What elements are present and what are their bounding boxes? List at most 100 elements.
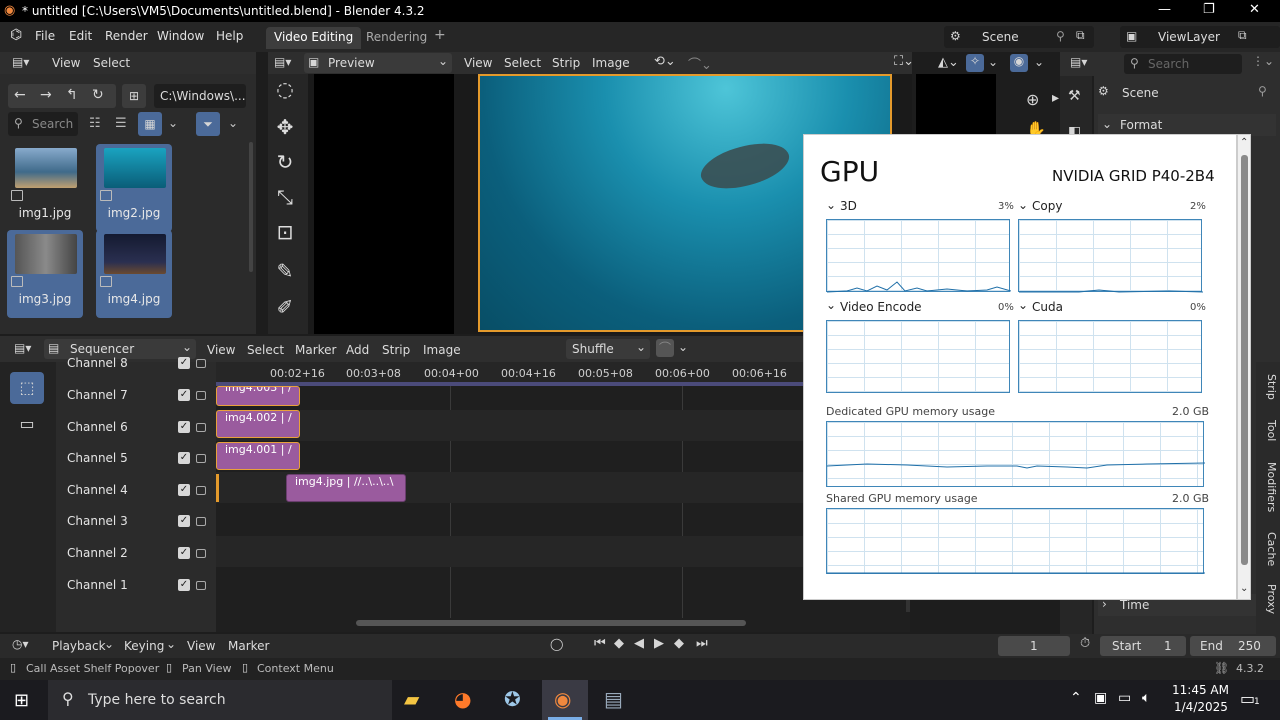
- refresh-icon[interactable]: ↻: [92, 87, 104, 103]
- editor-type-icon[interactable]: ▤▾: [274, 55, 291, 69]
- gizmo-icon[interactable]: ✧: [966, 54, 984, 72]
- scroll-thumb[interactable]: [1241, 155, 1248, 565]
- strip-handle[interactable]: [216, 474, 219, 502]
- channel-mute-checkbox[interactable]: ✓: [178, 579, 190, 591]
- start-frame-field[interactable]: Start 1: [1100, 636, 1186, 656]
- forward-icon[interactable]: →: [40, 87, 52, 103]
- channel-mute-checkbox[interactable]: ✓: [178, 452, 190, 464]
- play-icon[interactable]: ▶: [654, 636, 664, 651]
- overlap-mode-dropdown[interactable]: Shuffle ⌄: [566, 339, 650, 359]
- image-strip[interactable]: img4.001 | /: [216, 442, 300, 470]
- play-reverse-icon[interactable]: ◀: [634, 636, 644, 651]
- transform-tool-icon[interactable]: ⊡: [270, 217, 300, 247]
- restore-icon[interactable]: ❐: [1203, 2, 1215, 17]
- compact-view-icon[interactable]: ☰: [115, 116, 127, 131]
- select-box-tool-icon[interactable]: ⬚: [10, 372, 44, 404]
- annotate-tool-icon[interactable]: ✐: [270, 292, 300, 322]
- zoom-icon[interactable]: ⊕: [1026, 90, 1039, 109]
- file-thumb-img3[interactable]: img3.jpg: [7, 230, 83, 318]
- windows-start-icon[interactable]: ⊞: [14, 690, 29, 711]
- snap-dropdown-icon[interactable]: ⌄: [678, 340, 688, 354]
- fb-menu-view[interactable]: View: [52, 56, 80, 70]
- tray-chevron-icon[interactable]: ⌃: [1070, 690, 1082, 706]
- minimize-icon[interactable]: —: [1158, 2, 1171, 17]
- editor-type-icon[interactable]: ▤▾: [14, 341, 31, 355]
- file-thumb-img1[interactable]: img1.jpg: [7, 144, 83, 232]
- seq-menu-image[interactable]: Image: [423, 343, 461, 357]
- menu-playback[interactable]: Playback: [52, 639, 106, 653]
- scroll-up-icon[interactable]: ⌃: [1240, 137, 1248, 148]
- channel-mute-checkbox[interactable]: ✓: [178, 389, 190, 401]
- file-thumb-img4[interactable]: img4.jpg: [96, 230, 172, 318]
- tray-app-icon[interactable]: ▣: [1094, 690, 1107, 706]
- scale-tool-icon[interactable]: ⤡: [270, 182, 300, 212]
- sample-tool-icon[interactable]: ✎: [270, 256, 300, 286]
- thumbnail-view-icon[interactable]: ▦: [138, 112, 162, 136]
- network-tray-icon[interactable]: ▭: [1118, 690, 1131, 706]
- image-strip[interactable]: img4.002 | /: [216, 410, 300, 438]
- end-frame-field[interactable]: End 250: [1190, 636, 1276, 656]
- seq-menu-select[interactable]: Select: [247, 343, 284, 357]
- lock-icon[interactable]: [196, 486, 206, 495]
- record-icon[interactable]: ◯: [550, 637, 563, 651]
- seq-menu-marker[interactable]: Marker: [295, 343, 336, 357]
- lock-icon[interactable]: [196, 454, 206, 463]
- gpu-panel-scrollbar[interactable]: ⌃ ⌄: [1237, 134, 1251, 600]
- pin-icon[interactable]: ⚲: [1258, 84, 1267, 98]
- current-frame-field[interactable]: 1: [998, 636, 1070, 656]
- viewlayer-selector[interactable]: ▣ ViewLayer ⧉: [1120, 26, 1280, 48]
- tab-modifiers[interactable]: Modifiers: [1256, 462, 1278, 512]
- lock-icon[interactable]: [196, 517, 206, 526]
- pivot-icon[interactable]: ⟲⌄: [654, 54, 676, 69]
- image-strip[interactable]: img4.jpg | //..\..\..\: [286, 474, 406, 502]
- channel-mute-checkbox[interactable]: ✓: [178, 357, 190, 369]
- display-dropdown-icon[interactable]: ⌄: [168, 116, 178, 130]
- tab-cache[interactable]: Cache: [1256, 532, 1278, 566]
- move-tool-icon[interactable]: ✥: [270, 112, 300, 142]
- list-view-icon[interactable]: ☷: [89, 116, 101, 131]
- tab-rendering[interactable]: Rendering: [358, 27, 435, 49]
- path-field[interactable]: C:\Windows\...: [154, 84, 246, 108]
- chevron-down-icon[interactable]: ⌄: [826, 298, 836, 312]
- scroll-down-icon[interactable]: ⌄: [1240, 583, 1248, 594]
- image-strip[interactable]: img4.003 | /: [216, 386, 300, 406]
- close-icon[interactable]: ✕: [1249, 2, 1260, 17]
- channel-mute-checkbox[interactable]: ✓: [178, 484, 190, 496]
- lock-icon[interactable]: [196, 581, 206, 590]
- add-workspace-button[interactable]: +: [434, 27, 446, 43]
- view-type-dropdown[interactable]: ▣ Preview ⌄: [304, 53, 452, 73]
- file-browser-scrollbar[interactable]: [249, 142, 253, 272]
- chevron-down-icon[interactable]: ⌄: [1018, 298, 1028, 312]
- preview-menu-strip[interactable]: Strip: [552, 56, 580, 70]
- options-icon[interactable]: ⋮⌄: [1252, 54, 1274, 68]
- blade-tool-icon[interactable]: ▭: [10, 408, 44, 440]
- lock-icon[interactable]: [196, 359, 206, 368]
- prev-keyframe-icon[interactable]: ◆: [614, 636, 624, 651]
- display-mode-icon[interactable]: ⛶⌄: [894, 54, 914, 69]
- menu-keying[interactable]: Keying: [124, 639, 164, 653]
- seq-menu-strip[interactable]: Strip: [382, 343, 410, 357]
- overlay-icon[interactable]: ◭⌄: [938, 55, 959, 70]
- chevron-down-icon[interactable]: ⌄: [826, 198, 836, 212]
- channel-mute-checkbox[interactable]: ✓: [178, 421, 190, 433]
- tab-strip[interactable]: Strip: [1256, 374, 1278, 400]
- firefox-icon[interactable]: ◕: [454, 687, 471, 711]
- preview-menu-image[interactable]: Image: [592, 56, 630, 70]
- parent-dir-icon[interactable]: ↰: [66, 87, 78, 103]
- tab-proxy[interactable]: Proxy: [1256, 584, 1278, 614]
- channel-mute-checkbox[interactable]: ✓: [178, 547, 190, 559]
- notification-icon[interactable]: ▭: [1240, 689, 1255, 708]
- menu-view[interactable]: View: [187, 639, 215, 653]
- snap-icon[interactable]: ⌒: [656, 339, 674, 357]
- filter-dropdown-icon[interactable]: ⌄: [228, 116, 238, 130]
- taskbar-search-box[interactable]: ⚲ Type here to search: [48, 680, 392, 720]
- new-folder-icon[interactable]: ⊞: [122, 84, 146, 108]
- next-keyframe-icon[interactable]: ◆: [674, 636, 684, 651]
- menu-edit[interactable]: Edit: [69, 29, 92, 43]
- stopwatch-icon[interactable]: ⏱: [1080, 636, 1090, 651]
- preview-menu-view[interactable]: View: [464, 56, 492, 70]
- overlay-toggle-icon[interactable]: ◉: [1010, 54, 1028, 72]
- menu-file[interactable]: File: [35, 29, 55, 43]
- file-thumb-img2[interactable]: img2.jpg: [96, 144, 172, 232]
- overlay-dropdown-icon[interactable]: ⌄: [1034, 55, 1044, 69]
